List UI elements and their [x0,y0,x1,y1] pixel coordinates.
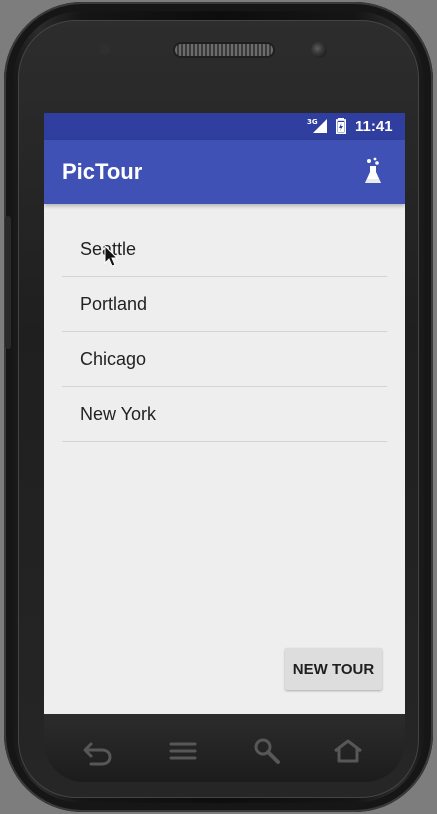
search-icon[interactable] [250,734,284,768]
status-time: 11:41 [355,118,393,135]
proximity-sensor [99,44,110,55]
city-label: New York [80,404,157,424]
app-toolbar: PicTour [44,140,405,204]
earpiece-speaker [175,44,273,56]
front-camera [311,42,327,58]
city-label: Portland [80,294,148,314]
light-sensor [116,43,139,55]
back-icon[interactable] [81,734,115,768]
device-screen: 3G 11:41 PicTour Portland Chicago New Yo… [44,113,405,714]
flask-action-button[interactable] [355,157,391,193]
battery-icon [336,118,346,134]
city-label: Chicago [80,349,147,369]
status-bar: 3G 11:41 [44,113,405,140]
list-item[interactable]: Portland [62,277,387,332]
phone-frame: 3G 11:41 PicTour Portland Chicago New Yo… [4,2,433,812]
mouse-cursor-icon [104,245,118,267]
new-tour-button[interactable]: NEW TOUR [285,648,382,690]
menu-icon[interactable] [166,734,200,768]
flask-icon [365,157,381,183]
app-title: PicTour [62,159,143,184]
side-button [5,216,11,349]
home-icon[interactable] [331,734,365,768]
list-item[interactable]: New York [62,387,387,442]
list-item[interactable]: Chicago [62,332,387,387]
signal-icon [313,119,327,133]
